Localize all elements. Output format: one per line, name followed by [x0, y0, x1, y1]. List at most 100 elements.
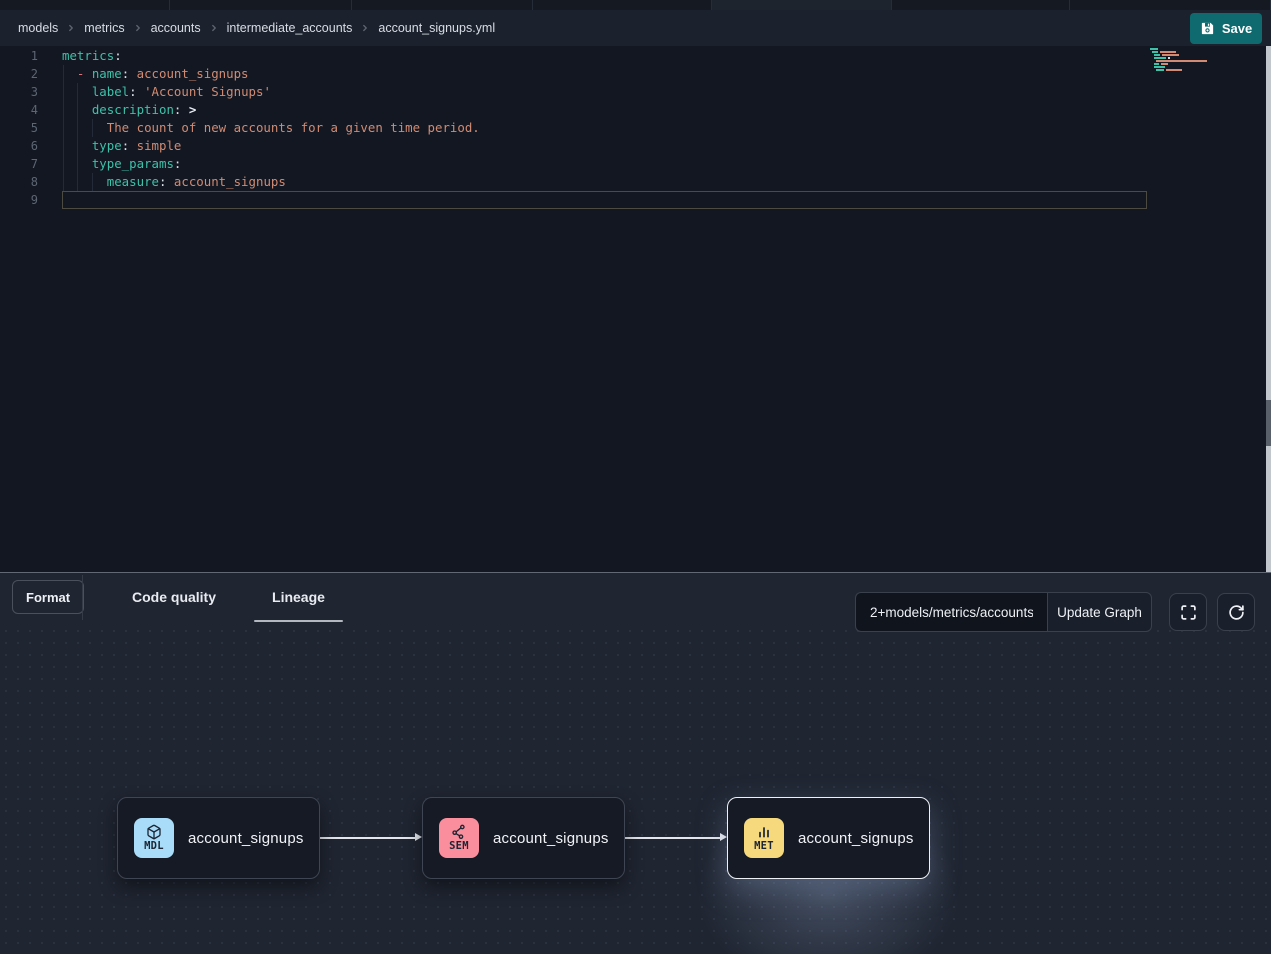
code-token: label: [92, 84, 129, 99]
lineage-edge-arrowhead: [415, 833, 422, 841]
node-label: account_signups: [188, 830, 304, 847]
breadcrumb-item[interactable]: models: [18, 21, 58, 35]
line-number: 8: [8, 173, 38, 191]
line-number: 2: [8, 65, 38, 83]
code-line[interactable]: metrics:: [62, 47, 122, 65]
chevron-right-icon: [66, 23, 76, 33]
code-token: [129, 66, 136, 81]
minimap[interactable]: [1150, 48, 1262, 72]
minimap-row: [1154, 63, 1262, 65]
indent-guide: [77, 83, 78, 101]
line-number: 5: [8, 119, 38, 137]
chevron-right-icon: [133, 23, 143, 33]
refresh-graph-button[interactable]: [1217, 593, 1255, 631]
indent-guide: [63, 83, 64, 101]
indent-guide: [63, 119, 64, 137]
active-tab-underline: [254, 620, 343, 623]
semantic-model-icon: [451, 824, 467, 840]
minimap-row: [1150, 48, 1262, 50]
lineage-node-met[interactable]: MET account_signups: [727, 797, 930, 879]
tab-lineage[interactable]: Lineage: [244, 573, 353, 621]
tab-code-quality[interactable]: Code quality: [104, 573, 244, 621]
code-token: :: [174, 156, 181, 171]
indent-guide: [63, 155, 64, 173]
code-token: [137, 84, 144, 99]
panel-tab-bar: Code qualityLineage: [104, 573, 353, 621]
code-token: [62, 120, 107, 135]
active-line-highlight: [62, 191, 1147, 209]
code-editor[interactable]: 1 metrics: 2 - name: account_signups 3 labe…: [0, 46, 1271, 573]
code-token: [181, 102, 188, 117]
code-token: type: [92, 138, 122, 153]
tab-divider: [82, 575, 83, 620]
format-button[interactable]: Format: [12, 580, 84, 614]
top-tab-segment[interactable]: [352, 0, 533, 10]
top-tab-segment[interactable]: [0, 0, 170, 10]
code-token: simple: [137, 138, 182, 153]
top-tab-segment[interactable]: [170, 0, 352, 10]
minimap-row: [1154, 57, 1262, 59]
code-token: [129, 138, 136, 153]
top-tab-segment[interactable]: [892, 0, 1070, 10]
indent-guide: [77, 101, 78, 119]
code-token: :: [129, 84, 136, 99]
node-type-code: SEM: [449, 841, 469, 852]
code-token: >: [189, 102, 196, 117]
indent-guide: [63, 101, 64, 119]
lineage-node-sem[interactable]: SEM account_signups: [422, 797, 625, 879]
node-type-badge: MET: [744, 818, 784, 858]
code-token: type_params: [92, 156, 174, 171]
code-line[interactable]: description: >: [62, 101, 196, 119]
top-tab-segment[interactable]: [533, 0, 712, 10]
code-token: description: [92, 102, 174, 117]
node-label: account_signups: [493, 830, 609, 847]
code-line[interactable]: type_params:: [62, 155, 181, 173]
line-number: 1: [8, 47, 38, 65]
code-token: [62, 66, 77, 81]
breadcrumb-item[interactable]: metrics: [84, 21, 124, 35]
fullscreen-icon: [1180, 604, 1197, 621]
code-token: name: [92, 66, 122, 81]
code-line[interactable]: The count of new accounts for a given ti…: [62, 119, 480, 137]
indent-guide: [92, 119, 93, 137]
code-line[interactable]: - name: account_signups: [62, 65, 249, 83]
chevron-right-icon: [360, 23, 370, 33]
top-tab-segment[interactable]: [712, 0, 892, 10]
update-graph-button[interactable]: Update Graph: [1047, 592, 1152, 632]
chevron-right-icon: [209, 23, 219, 33]
graph-selector-input[interactable]: [855, 592, 1047, 632]
code-line[interactable]: measure: account_signups: [62, 173, 286, 191]
model-cube-icon: [146, 824, 162, 840]
node-type-code: MDL: [144, 841, 164, 852]
code-token: The count of new accounts for a given ti…: [107, 120, 480, 135]
lineage-node-mdl[interactable]: MDL account_signups: [117, 797, 320, 879]
fullscreen-button[interactable]: [1169, 593, 1207, 631]
node-type-code: MET: [754, 841, 774, 852]
editor-scrollbar[interactable]: [1266, 46, 1271, 573]
save-icon: [1200, 21, 1215, 36]
minimap-row: [1156, 69, 1262, 71]
lineage-graph-canvas[interactable]: MDL account_signups SEM account_signups MET a…: [0, 625, 1271, 954]
minimap-row: [1154, 54, 1262, 56]
lineage-edge: [320, 837, 416, 839]
graph-controls: Update Graph: [855, 592, 1152, 632]
bottom-panel: Format Code qualityLineage MDL account_si…: [0, 573, 1271, 954]
breadcrumb-item[interactable]: intermediate_accounts: [227, 21, 353, 35]
code-token: measure: [107, 174, 159, 189]
top-tab-segment[interactable]: [1070, 0, 1271, 10]
breadcrumb-item[interactable]: account_signups.yml: [378, 21, 495, 35]
breadcrumb-item[interactable]: accounts: [151, 21, 201, 35]
indent-guide: [63, 137, 64, 155]
indent-guide: [77, 137, 78, 155]
indent-guide: [92, 173, 93, 191]
code-line[interactable]: type: simple: [62, 137, 181, 155]
minimap-row: [1156, 60, 1262, 62]
node-label: account_signups: [798, 830, 914, 847]
editor-scrollbar-thumb[interactable]: [1266, 400, 1271, 446]
breadcrumb-items: models metrics accounts intermediate_accoun…: [18, 21, 495, 35]
indent-guide: [77, 173, 78, 191]
code-line[interactable]: label: 'Account Signups': [62, 83, 271, 101]
line-number: 3: [8, 83, 38, 101]
save-button[interactable]: Save: [1190, 13, 1262, 44]
node-type-badge: MDL: [134, 818, 174, 858]
